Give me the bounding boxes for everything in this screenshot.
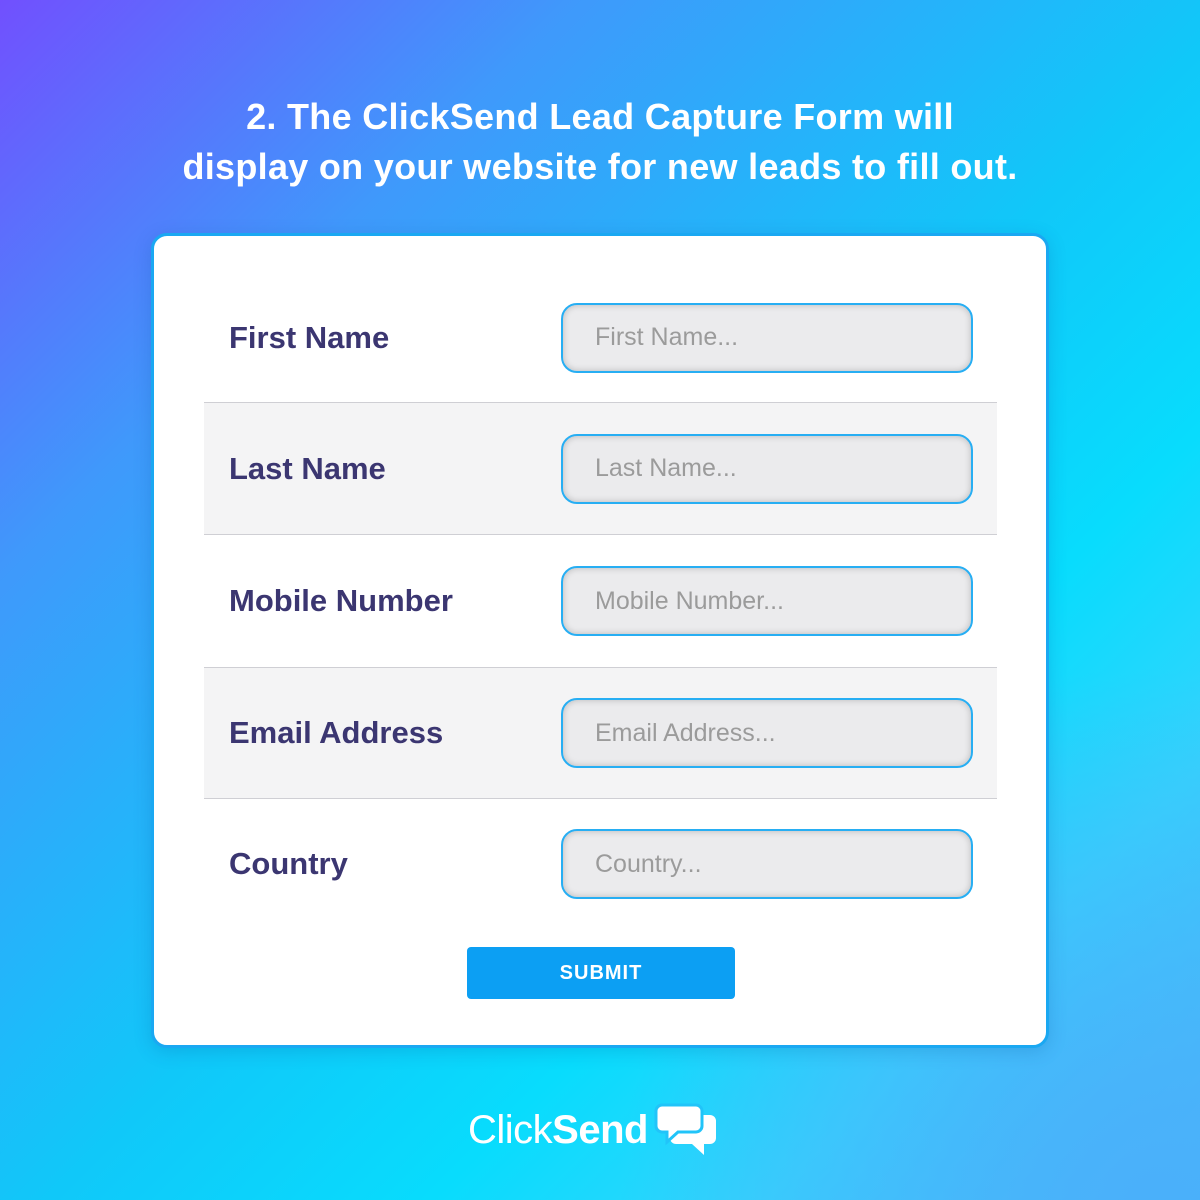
email-address-input[interactable] — [561, 698, 973, 768]
headline: 2. The ClickSend Lead Capture Form will … — [0, 92, 1200, 192]
mobile-number-input[interactable] — [561, 566, 973, 636]
form-row-first-name: First Name — [204, 273, 997, 403]
first-name-input[interactable] — [561, 302, 973, 373]
last-name-input[interactable] — [561, 433, 973, 504]
form-row-last-name: Last Name — [204, 403, 997, 535]
country-label: Country — [229, 846, 348, 881]
country-input[interactable] — [561, 829, 973, 899]
brand-wordmark: ClickSend — [468, 1108, 648, 1153]
submit-button[interactable]: SUBMIT — [467, 947, 735, 999]
brand-name-bold: Send — [552, 1107, 648, 1152]
form-row-mobile-number: Mobile Number — [204, 535, 997, 668]
headline-line-2: display on your website for new leads to… — [182, 146, 1018, 187]
last-name-label: Last Name — [229, 450, 386, 486]
clicksend-logo: ClickSend — [468, 1102, 718, 1158]
mobile-number-label: Mobile Number — [229, 583, 453, 618]
email-address-label: Email Address — [229, 715, 444, 750]
form-row-country: Country — [204, 799, 997, 929]
lead-capture-form: First Name Last Name Mobile Number Email… — [151, 233, 1049, 1048]
form-row-email-address: Email Address — [204, 668, 997, 799]
first-name-label: First Name — [229, 319, 390, 355]
headline-line-1: 2. The ClickSend Lead Capture Form will — [246, 96, 954, 137]
chat-bubbles-icon — [654, 1103, 716, 1155]
brand-name-light: Click — [468, 1107, 553, 1152]
